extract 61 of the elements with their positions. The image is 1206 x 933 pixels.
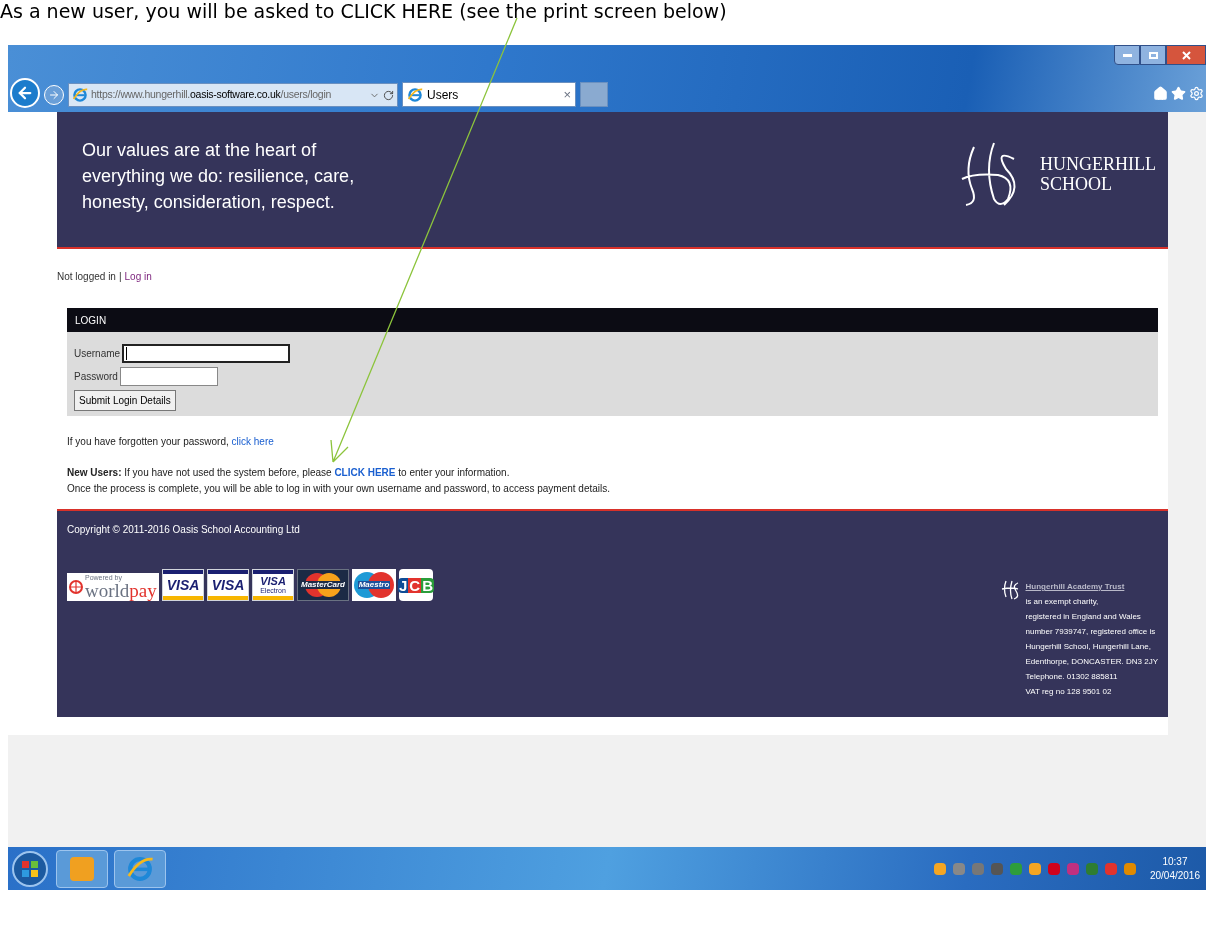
jcb-text: JCB	[398, 577, 434, 593]
school-name-text: HUNGERHILL	[1040, 154, 1156, 174]
login-status-text: Not logged in	[57, 270, 116, 284]
worldpay-text: worldpay	[85, 581, 157, 600]
new-tab-button[interactable]	[580, 82, 608, 107]
tray-icon[interactable]	[1009, 862, 1022, 875]
browser-taskbar-icon[interactable]	[114, 849, 166, 888]
browser-logo-icon	[126, 854, 154, 883]
close-button[interactable]	[1166, 45, 1206, 65]
mastercard-text: MasterCard	[300, 581, 346, 589]
clock-date: 20/04/2016	[1149, 868, 1200, 883]
forward-arrow-icon	[48, 89, 60, 101]
tray-icon[interactable]	[1047, 862, 1060, 875]
back-button[interactable]	[10, 78, 40, 108]
click-here-link[interactable]: CLICK HERE	[334, 467, 396, 478]
field-label: Password	[74, 370, 118, 384]
text-input-field[interactable]	[122, 344, 291, 363]
clock[interactable]: 10:37 20/04/2016	[1149, 854, 1200, 883]
tray-icon[interactable]	[1104, 862, 1117, 875]
submit-login-button[interactable]: Submit Login Details	[74, 390, 176, 411]
tray-icon[interactable]	[1028, 862, 1041, 875]
refresh-icon	[383, 89, 394, 101]
maximize-button[interactable]	[1140, 45, 1166, 65]
url-text: https://www.hungerhill.oasis-software.co.uk/users/login	[91, 87, 332, 103]
visa-text: VISA	[211, 578, 245, 592]
tab-close-icon[interactable]: ×	[563, 84, 571, 105]
field-label: Username	[74, 347, 121, 361]
tray-icon[interactable]	[952, 862, 965, 875]
log-in-link[interactable]: Log in	[124, 269, 152, 284]
login-title: LOGIN	[75, 313, 107, 328]
forward-button[interactable]	[44, 85, 64, 105]
start-button[interactable]	[10, 848, 50, 889]
browser-tab[interactable]: Users ×	[402, 82, 576, 107]
tagline-text: Our values are at the heart of everything we do: resilience, care, honesty, consideration, respect.	[82, 139, 355, 214]
favorites-icon[interactable]	[1171, 86, 1186, 101]
tab-title: Users	[427, 86, 459, 104]
copyright-text: Copyright © 2011-2016 Oasis School Accounting Ltd	[67, 523, 301, 537]
tab-favicon-icon	[407, 86, 423, 103]
click-here-link[interactable]: click here	[231, 436, 274, 447]
forgot-password-text: If you have forgotten your password, click here	[67, 435, 275, 449]
caption-text: As a new user, you will be asked to CLICK HERE (see the print screen below)	[0, 0, 728, 22]
tray-icon[interactable]	[933, 862, 946, 875]
minimize-button[interactable]	[1114, 45, 1140, 65]
trust-info-text: is an exempt charity, registered in England and Wales number 7939747, registered office is Hungerhill School, Hungerhill Lane, Edenthorpe, DONCASTER. DN3 2JY Telephone. 01302 885811 VAT reg no 128 9501 02	[1025, 596, 1158, 698]
close-icon	[1181, 50, 1191, 60]
maestro-text: Maestro	[357, 581, 391, 589]
settings-icon[interactable]	[1189, 86, 1204, 101]
text-input-field[interactable]	[119, 367, 218, 386]
tray-icon[interactable]	[990, 862, 1003, 875]
trust-link[interactable]: Hungerhill Academy Trust	[1025, 579, 1158, 594]
visa-text: VISA	[166, 578, 200, 592]
home-icon[interactable]	[1153, 86, 1168, 101]
clock-time: 10:37	[1162, 854, 1188, 869]
tray-icon[interactable]	[1123, 862, 1136, 875]
separator-text: |	[118, 270, 122, 284]
new-users-text: New Users: If you have not used the system before, please CLICK HERE to enter your information. Once the process is complete, you will be able to log in with your own username and password, to access payment details.	[67, 466, 612, 496]
browser-icon	[72, 87, 88, 103]
visa-text: VISA	[260, 576, 286, 587]
address-bar[interactable]: https://www.hungerhill.oasis-software.co.uk/users/login	[68, 83, 398, 107]
school-name-text: SCHOOL	[1040, 174, 1114, 194]
tray-icon[interactable]	[1066, 862, 1079, 875]
